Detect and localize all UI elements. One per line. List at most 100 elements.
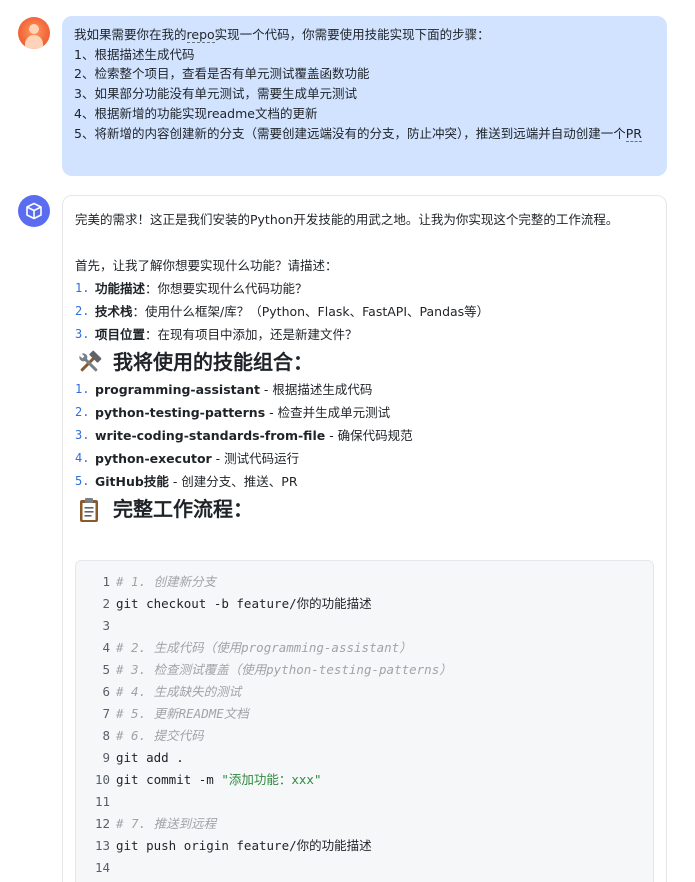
code-content: # 3. 检查测试覆盖（使用python-testing-patterns） [116, 659, 452, 681]
code-line: 12 # 7. 推送到远程 [88, 813, 641, 835]
code-line: 14 [88, 857, 641, 879]
list-number: 2. [75, 405, 90, 419]
code-text: git checkout -b feature/你的功能描述 [116, 596, 372, 611]
list-item-text: ：使用什么框架/库？（Python、Flask、FastAPI、Pandas等） [132, 304, 490, 319]
code-text: git push origin feature/你的功能描述 [116, 838, 372, 853]
line-number: 3 [102, 618, 110, 633]
skill-description: - 确保代码规范 [325, 428, 413, 443]
cube-icon [26, 202, 42, 220]
code-content: # 2. 生成代码（使用programming-assistant） [116, 637, 412, 659]
list-item: 2. 技术栈：使用什么框架/库？（Python、Flask、FastAPI、Pa… [75, 300, 654, 323]
code-line: 4 # 2. 生成代码（使用programming-assistant） [88, 637, 641, 659]
skill-item: 2. python-testing-patterns - 检查并生成单元测试 [75, 401, 654, 424]
skill-item: 3. write-coding-standards-from-file - 确保… [75, 424, 654, 447]
assistant-intro: 完美的需求！这正是我们安装的Python开发技能的用武之地。让我为你实现这个完整… [75, 212, 619, 227]
code-line: 11 [88, 791, 641, 813]
list-number: 5. [75, 474, 90, 488]
workflow-heading-text: 完整工作流程： [113, 497, 253, 521]
code-comment: # 4. 生成缺失的测试 [116, 684, 242, 699]
skill-name: GitHub技能 [95, 474, 169, 489]
code-comment: # 7. 推送到远程 [116, 816, 217, 831]
skill-item: 5. GitHub技能 - 创建分支、推送、PR [75, 470, 654, 493]
code-content: # 1. 创建新分支 [116, 571, 216, 593]
list-number: 3. [75, 327, 90, 341]
skill-description: - 测试代码运行 [211, 451, 300, 466]
user-step: 1、根据描述生成代码 [74, 46, 195, 62]
list-item-text: ：你想要实现什么代码功能？ [145, 281, 308, 296]
line-number: 4 [102, 640, 110, 655]
user-step: 2、检索整个项目，查看是否有单元测试覆盖函数功能 [74, 66, 370, 82]
user-step: 3、如果部分功能没有单元测试，需要生成单元测试 [74, 86, 357, 102]
user-avatar [18, 17, 50, 49]
clipboard-icon [75, 497, 103, 523]
skills-heading-text: 我将使用的技能组合： [113, 350, 313, 374]
code-line: 1 # 1. 创建新分支 [88, 571, 641, 593]
list-item-title: 技术栈 [95, 304, 133, 319]
code-line: 10 git commit -m "添加功能：xxx" [88, 769, 641, 791]
line-number: 6 [102, 684, 110, 699]
list-item-title: 功能描述 [95, 281, 146, 296]
code-line: 7 # 5. 更新README文档 [88, 703, 641, 725]
line-number: 13 [94, 838, 110, 853]
list-number: 1. [75, 382, 90, 396]
code-comment: # 3. 检查测试覆盖（使用python-testing-patterns） [116, 662, 452, 677]
code-comment: # 1. 创建新分支 [116, 574, 217, 589]
code-content: git push origin feature/你的功能描述 [116, 835, 372, 857]
user-step: 5、将新增的内容创建新的分支（需要创建远端没有的分支，防止冲突），推送到远端并自… [74, 125, 642, 142]
code-line: 13 git push origin feature/你的功能描述 [88, 835, 641, 857]
line-number: 2 [102, 596, 110, 611]
list-number: 4. [75, 451, 90, 465]
line-number: 9 [102, 750, 110, 765]
list-item: 3. 项目位置：在现有项目中添加，还是新建文件？ [75, 323, 654, 346]
user-step: 4、根据新增的功能实现readme文档的更新 [74, 105, 318, 121]
code-line: 5 # 3. 检查测试覆盖（使用python-testing-patterns） [88, 659, 641, 681]
hammer-and-wrench-icon [75, 350, 103, 376]
code-text: git add . [116, 750, 184, 765]
code-text: git commit -m [116, 772, 222, 787]
list-number: 1. [75, 281, 90, 295]
line-number: 14 [94, 860, 110, 875]
skill-description: - 根据描述生成代码 [259, 382, 373, 397]
assistant-ask: 首先，让我了解你想要实现什么功能？请描述： [75, 258, 338, 273]
code-line: 8 # 6. 提交代码 [88, 725, 641, 747]
code-string: "添加功能：xxx" [221, 772, 322, 787]
code-content: git checkout -b feature/你的功能描述 [116, 593, 372, 615]
skill-name: programming-assistant [95, 382, 260, 397]
skill-name: write-coding-standards-from-file [95, 428, 326, 443]
assistant-avatar [18, 195, 50, 227]
skill-name: python-executor [95, 451, 212, 466]
code-content: # 5. 更新README文档 [116, 703, 249, 725]
code-comment: # 6. 提交代码 [116, 728, 204, 743]
list-number: 2. [75, 304, 90, 318]
user-message-bubble: 我如果需要你在我的repo实现一个代码，你需要使用技能实现下面的步骤： 1、根据… [62, 16, 667, 176]
skill-item: 1. programming-assistant - 根据描述生成代码 [75, 378, 654, 401]
list-item-text: ：在现有项目中添加，还是新建文件？ [145, 327, 358, 342]
code-comment: # 2. 生成代码（使用programming-assistant） [116, 640, 412, 655]
skills-heading: 我将使用的技能组合： [75, 347, 654, 378]
line-number: 1 [102, 574, 110, 589]
code-line: 2 git checkout -b feature/你的功能描述 [88, 593, 641, 615]
code-comment: # 5. 更新README文档 [116, 706, 249, 721]
code-line: 9 git add . [88, 747, 641, 769]
skill-description: - 创建分支、推送、PR [168, 474, 298, 489]
assistant-message-card: 完美的需求！这正是我们安装的Python开发技能的用武之地。让我为你实现这个完整… [62, 195, 667, 882]
code-content: # 4. 生成缺失的测试 [116, 681, 241, 703]
code-block: 1 # 1. 创建新分支 2 git checkout -b feature/你的功能… [75, 560, 654, 882]
skill-description: - 检查并生成单元测试 [265, 405, 391, 420]
workflow-heading: 完整工作流程： [75, 494, 654, 525]
line-number: 10 [94, 772, 110, 787]
user-intro: 我如果需要你在我的repo实现一个代码，你需要使用技能实现下面的步骤： [74, 27, 490, 43]
line-number: 7 [102, 706, 110, 721]
code-line: 3 [88, 615, 641, 637]
skill-item: 4. python-executor - 测试代码运行 [75, 447, 654, 470]
list-item: 1. 功能描述：你想要实现什么代码功能？ [75, 277, 654, 300]
code-content: git commit -m "添加功能：xxx" [116, 769, 322, 791]
line-number: 12 [94, 816, 110, 831]
line-number: 5 [102, 662, 110, 677]
code-content: git add . [116, 747, 184, 769]
line-number: 11 [94, 794, 110, 809]
list-item-title: 项目位置 [95, 327, 146, 342]
list-number: 3. [75, 428, 90, 442]
line-number: 8 [102, 728, 110, 743]
skill-name: python-testing-patterns [95, 405, 266, 420]
